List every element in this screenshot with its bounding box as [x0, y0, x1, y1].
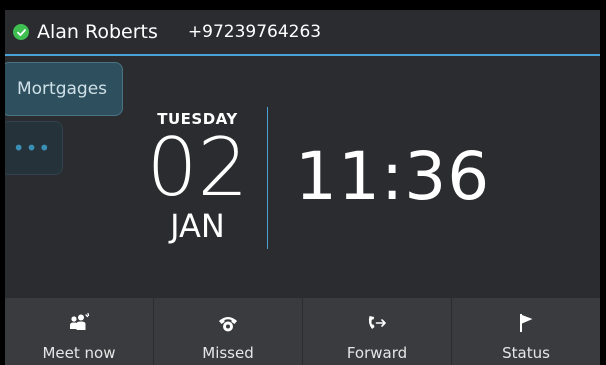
missed-calls-button[interactable]: Missed: [154, 298, 303, 365]
status-bar: Alan Roberts +97239764263: [5, 10, 600, 56]
forward-label: Forward: [346, 344, 408, 362]
user-name: Alan Roberts: [37, 21, 158, 43]
forward-button[interactable]: Forward: [303, 298, 452, 365]
clock-time: 11:36: [295, 138, 491, 215]
meet-now-icon: [70, 312, 90, 330]
clock-divider: [267, 107, 268, 249]
date-display: TUESDAY 02 JAN: [135, 110, 260, 244]
flag-icon: [520, 314, 533, 332]
meet-now-label: Meet now: [42, 344, 116, 362]
meet-now-button[interactable]: Meet now: [5, 298, 154, 365]
phone-screen: Alan Roberts +97239764263 Mortgages ••• …: [5, 10, 600, 365]
line-key-mortgages[interactable]: Mortgages: [5, 62, 123, 116]
status-button[interactable]: Status: [452, 298, 600, 365]
check-circle-icon: [13, 24, 29, 40]
status-label: Status: [502, 344, 550, 362]
missed-call-icon: [219, 317, 237, 332]
more-lines-button[interactable]: •••: [5, 121, 63, 175]
line-keys: Mortgages •••: [5, 62, 127, 180]
softkey-bar: Meet now Missed Forward Status: [5, 298, 600, 365]
missed-label: Missed: [202, 344, 254, 362]
phone-number: +97239764263: [187, 22, 322, 42]
day-of-month: 02: [146, 121, 249, 214]
forward-call-icon: [368, 316, 386, 329]
